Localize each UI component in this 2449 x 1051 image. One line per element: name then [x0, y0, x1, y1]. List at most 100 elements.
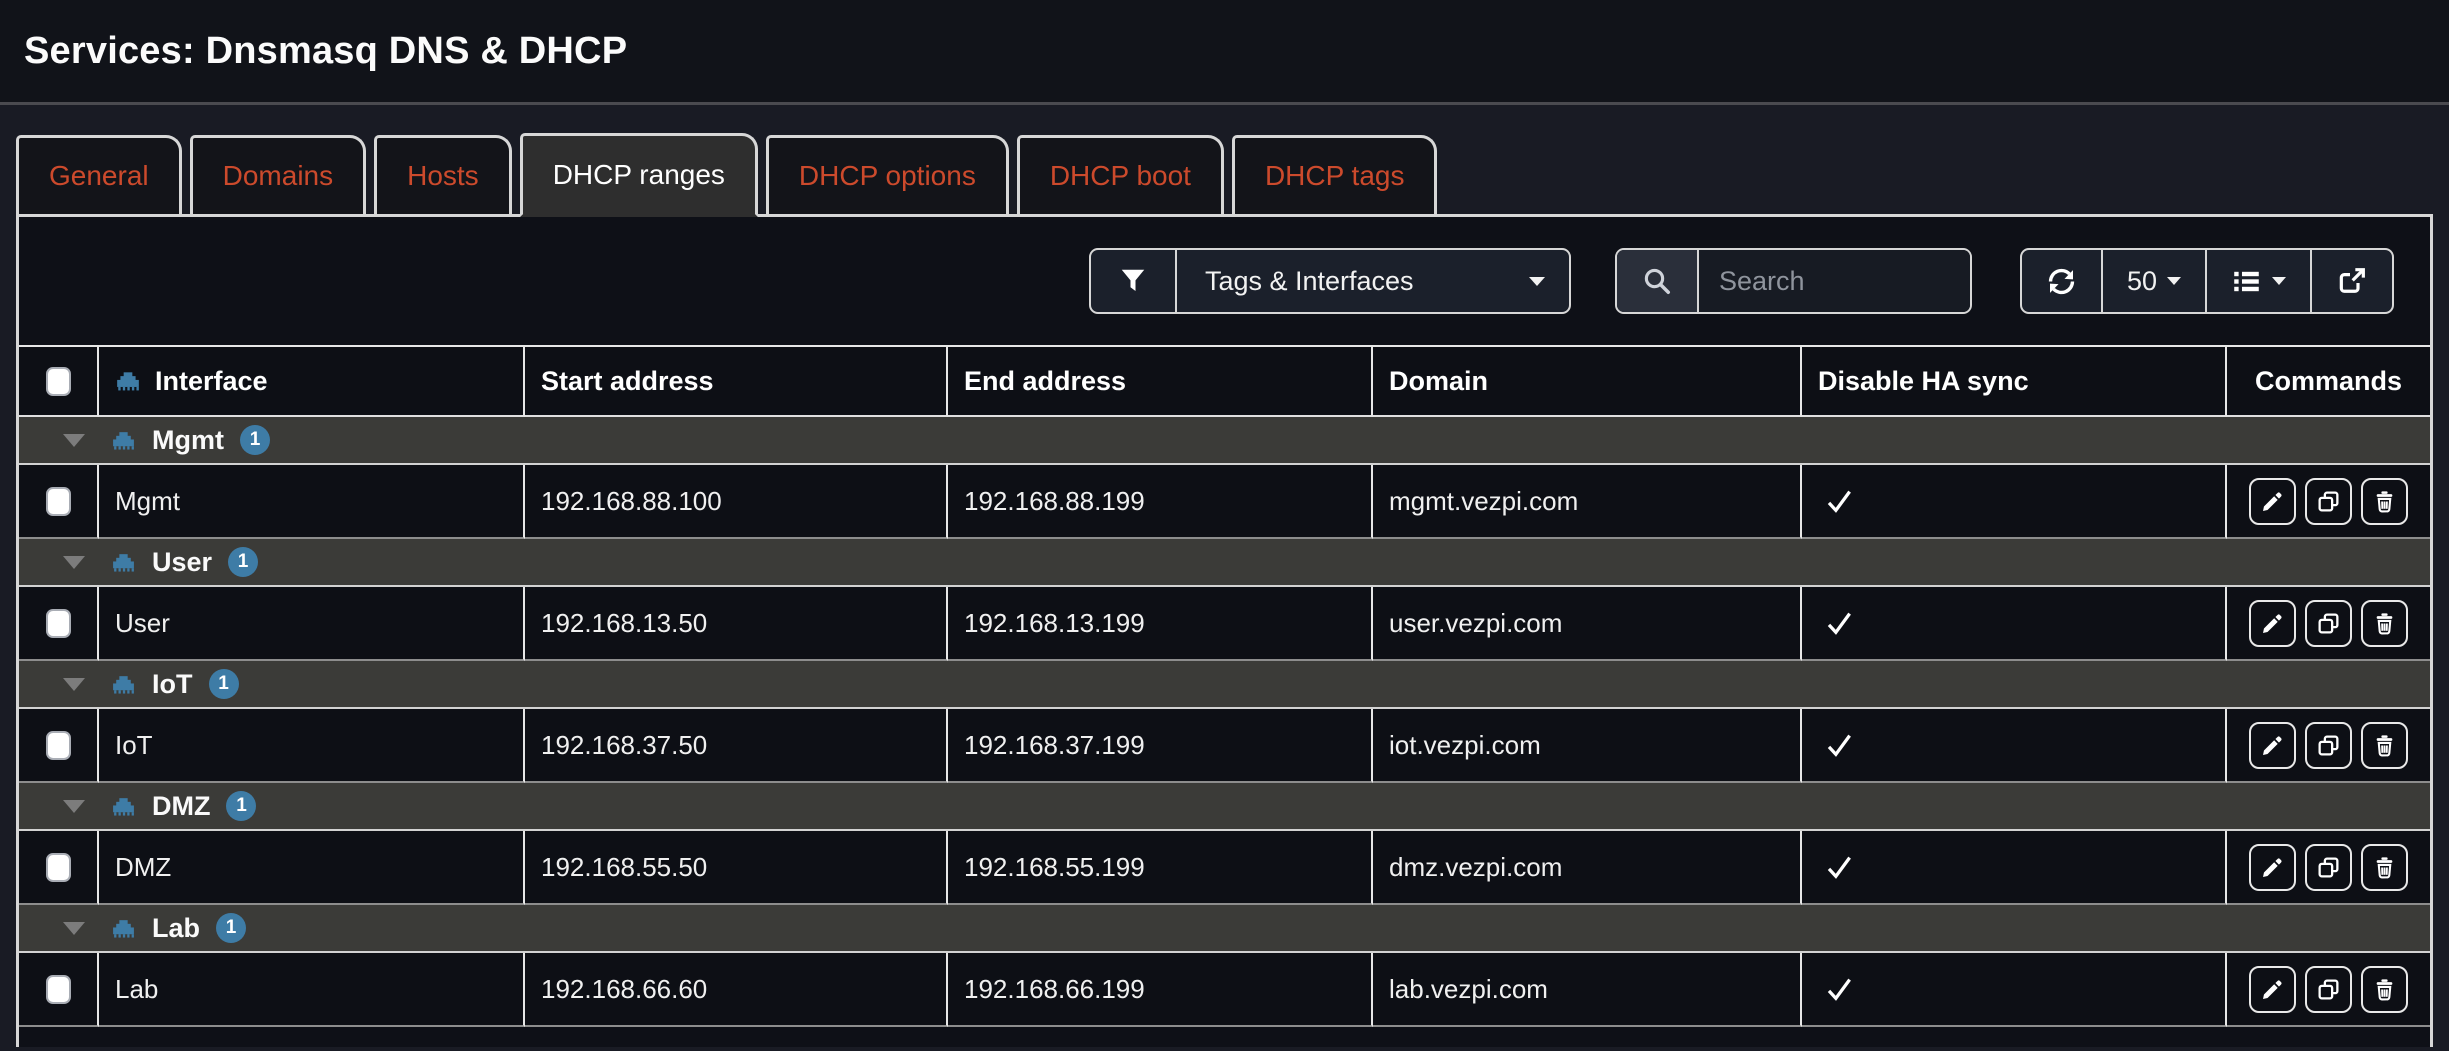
- domain-cell: dmz.vezpi.com: [1373, 831, 1802, 905]
- table-body: Mgmt 1 Mgmt 192.168.88.100 192.168.88.19…: [19, 417, 2430, 1027]
- search-box: [1615, 248, 1972, 314]
- pencil-icon: [2260, 611, 2285, 636]
- search-input[interactable]: [1699, 250, 1970, 312]
- tag-interface-filter-dropdown[interactable]: Tags & Interfaces: [1089, 248, 1571, 314]
- copy-button[interactable]: [2305, 478, 2352, 525]
- export-button[interactable]: [2312, 250, 2392, 312]
- disable-ha-sync-cell: [1802, 831, 2227, 905]
- col-header-disable-ha-sync[interactable]: Disable HA sync: [1802, 347, 2227, 417]
- copy-icon: [2316, 977, 2341, 1002]
- copy-icon: [2316, 733, 2341, 758]
- grid-toolbar: Tags & Interfaces: [19, 217, 2430, 345]
- group-name: Mgmt: [152, 425, 224, 456]
- tab-domains[interactable]: Domains: [190, 135, 366, 214]
- row-checkbox[interactable]: [46, 731, 71, 760]
- start-address-cell: 192.168.55.50: [525, 831, 948, 905]
- dnsmasq-page: Services: Dnsmasq DNS & DHCP General Dom…: [0, 0, 2449, 1051]
- row-checkbox-cell: [19, 953, 99, 1027]
- row-checkbox[interactable]: [46, 975, 71, 1004]
- pencil-icon: [2260, 855, 2285, 880]
- list-icon: [2231, 266, 2262, 297]
- ethernet-icon: [111, 672, 136, 697]
- select-all-checkbox[interactable]: [46, 367, 71, 396]
- domain-cell: lab.vezpi.com: [1373, 953, 1802, 1027]
- collapse-caret-icon[interactable]: [63, 678, 85, 691]
- tab-content-panel: Tags & Interfaces: [16, 217, 2433, 1047]
- copy-button[interactable]: [2305, 844, 2352, 891]
- collapse-caret-icon[interactable]: [63, 800, 85, 813]
- domain-cell: mgmt.vezpi.com: [1373, 465, 1802, 539]
- edit-button[interactable]: [2249, 478, 2296, 525]
- filter-selected-value: Tags & Interfaces: [1177, 250, 1569, 312]
- interface-group-row[interactable]: DMZ 1: [19, 783, 2430, 831]
- trash-icon: [2372, 489, 2397, 514]
- col-header-start-address[interactable]: Start address: [525, 347, 948, 417]
- edit-button[interactable]: [2249, 600, 2296, 647]
- col-header-commands: Commands: [2227, 347, 2430, 417]
- export-icon: [2336, 265, 2368, 297]
- column-select-dropdown[interactable]: [2207, 250, 2312, 312]
- refresh-button[interactable]: [2022, 250, 2103, 312]
- col-header-domain[interactable]: Domain: [1373, 347, 1802, 417]
- start-address-cell: 192.168.37.50: [525, 709, 948, 783]
- disable-ha-sync-cell: [1802, 465, 2227, 539]
- delete-button[interactable]: [2361, 600, 2408, 647]
- domain-cell: iot.vezpi.com: [1373, 709, 1802, 783]
- tab-dhcp-ranges[interactable]: DHCP ranges: [520, 133, 758, 217]
- interface-group-row[interactable]: IoT 1: [19, 661, 2430, 709]
- interface-group-row[interactable]: Mgmt 1: [19, 417, 2430, 465]
- row-checkbox-cell: [19, 587, 99, 661]
- delete-button[interactable]: [2361, 722, 2408, 769]
- page-size-value: 50: [2127, 266, 2157, 297]
- tab-dhcp-tags[interactable]: DHCP tags: [1232, 135, 1438, 214]
- page-title: Services: Dnsmasq DNS & DHCP: [24, 30, 627, 73]
- edit-button[interactable]: [2249, 722, 2296, 769]
- edit-button[interactable]: [2249, 844, 2296, 891]
- group-name: Lab: [152, 913, 200, 944]
- interface-group-row[interactable]: Lab 1: [19, 905, 2430, 953]
- end-address-cell: 192.168.13.199: [948, 587, 1373, 661]
- group-name: IoT: [152, 669, 193, 700]
- domain-cell: user.vezpi.com: [1373, 587, 1802, 661]
- tab-dhcp-options[interactable]: DHCP options: [766, 135, 1009, 214]
- group-name: User: [152, 547, 212, 578]
- filter-icon: [1091, 250, 1177, 312]
- row-checkbox[interactable]: [46, 487, 71, 516]
- pencil-icon: [2260, 733, 2285, 758]
- copy-button[interactable]: [2305, 600, 2352, 647]
- disable-ha-sync-cell: [1802, 953, 2227, 1027]
- interface-cell: User: [99, 587, 525, 661]
- interface-group-row[interactable]: User 1: [19, 539, 2430, 587]
- trash-icon: [2372, 855, 2397, 880]
- delete-button[interactable]: [2361, 966, 2408, 1013]
- tab-general[interactable]: General: [16, 135, 182, 214]
- col-header-end-address[interactable]: End address: [948, 347, 1373, 417]
- end-address-cell: 192.168.66.199: [948, 953, 1373, 1027]
- collapse-caret-icon[interactable]: [63, 434, 85, 447]
- row-checkbox[interactable]: [46, 853, 71, 882]
- collapse-caret-icon[interactable]: [63, 922, 85, 935]
- delete-button[interactable]: [2361, 844, 2408, 891]
- row-checkbox[interactable]: [46, 609, 71, 638]
- ethernet-icon: [111, 916, 136, 941]
- copy-icon: [2316, 855, 2341, 880]
- interface-cell: Mgmt: [99, 465, 525, 539]
- grid-action-buttons: 50: [2020, 248, 2394, 314]
- trash-icon: [2372, 977, 2397, 1002]
- page-size-dropdown[interactable]: 50: [2103, 250, 2207, 312]
- row-checkbox-cell: [19, 709, 99, 783]
- tab-dhcp-boot[interactable]: DHCP boot: [1017, 135, 1224, 214]
- table-row: Lab 192.168.66.60 192.168.66.199 lab.vez…: [19, 953, 2430, 1027]
- group-count-badge: 1: [209, 669, 239, 699]
- copy-button[interactable]: [2305, 722, 2352, 769]
- collapse-caret-icon[interactable]: [63, 556, 85, 569]
- ethernet-icon: [115, 368, 141, 394]
- group-count-badge: 1: [226, 791, 256, 821]
- delete-button[interactable]: [2361, 478, 2408, 525]
- tab-hosts[interactable]: Hosts: [374, 135, 512, 214]
- tab-bar: General Domains Hosts DHCP ranges DHCP o…: [16, 105, 2433, 217]
- copy-button[interactable]: [2305, 966, 2352, 1013]
- edit-button[interactable]: [2249, 966, 2296, 1013]
- content: General Domains Hosts DHCP ranges DHCP o…: [16, 105, 2433, 1047]
- col-header-interface[interactable]: Interface: [99, 347, 525, 417]
